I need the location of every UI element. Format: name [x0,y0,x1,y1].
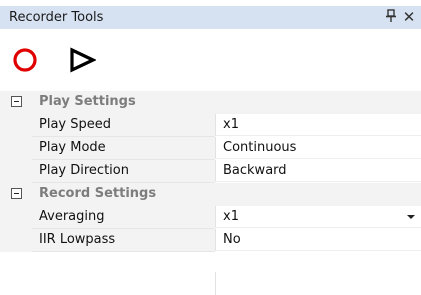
category-record-settings[interactable]: Record Settings [0,183,421,206]
property-value: x1 [223,117,239,132]
property-name: Play Mode [39,140,106,155]
property-name-cell: Play Mode [32,137,215,160]
category-label: Record Settings [39,186,157,201]
property-name: Averaging [39,209,105,224]
pin-icon-svg [386,9,396,22]
property-value-cell[interactable]: x1 [215,114,421,136]
property-grid: Play Settings Play Speed x1 Play Mode Co… [0,91,421,252]
empty-name-column [0,272,215,295]
row-gutter [0,137,32,160]
property-name: Play Direction [39,163,129,178]
grid-empty-area [0,272,421,295]
category-play-settings[interactable]: Play Settings [0,91,421,114]
close-icon[interactable]: ✕ [402,8,416,26]
empty-value-column [215,272,421,295]
property-name: Play Speed [39,117,111,132]
averaging-dropdown[interactable]: x1 [215,206,421,228]
pin-icon[interactable] [385,9,397,25]
property-row-play-speed[interactable]: Play Speed x1 [0,114,421,137]
row-gutter [0,114,32,137]
category-label: Play Settings [39,94,136,109]
play-button[interactable] [60,45,97,81]
property-row-iir-lowpass[interactable]: IIR Lowpass No [0,229,421,252]
property-value-cell[interactable]: Continuous [215,137,421,159]
record-circle-icon [13,48,37,72]
property-row-averaging[interactable]: Averaging x1 [0,206,421,229]
panel-titlebar: Recorder Tools ✕ [0,6,421,29]
toolbar [0,29,421,89]
collapse-icon[interactable] [11,96,22,107]
record-button[interactable] [11,45,47,81]
property-value: x1 [223,209,239,224]
property-name-cell: Play Speed [32,114,215,137]
property-name: IIR Lowpass [39,232,116,247]
play-triangle-icon [70,47,97,73]
property-name-cell: IIR Lowpass [32,229,215,252]
row-gutter [0,229,32,252]
collapse-icon[interactable] [11,188,22,199]
property-name-cell: Play Direction [32,160,215,183]
row-gutter [0,160,32,183]
property-value: No [223,232,241,247]
property-value: Continuous [223,140,297,155]
property-value: Backward [223,163,287,178]
property-value-cell[interactable]: No [215,229,421,251]
row-gutter [0,206,32,229]
property-row-play-direction[interactable]: Play Direction Backward [0,160,421,183]
property-name-cell: Averaging [32,206,215,229]
property-value-cell[interactable]: Backward [215,160,421,182]
property-row-play-mode[interactable]: Play Mode Continuous [0,137,421,160]
panel-title: Recorder Tools [9,10,104,25]
chevron-down-icon[interactable] [407,215,415,219]
